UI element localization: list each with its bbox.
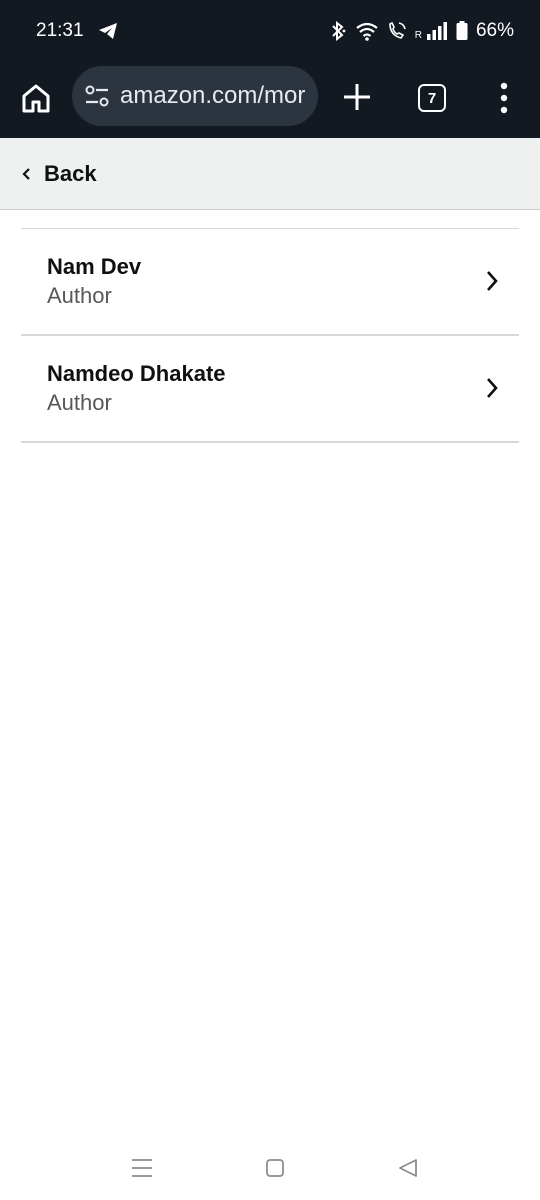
chevron-right-icon [487,378,498,398]
author-name: Namdeo Dhakate [47,361,226,386]
author-name: Nam Dev [47,254,142,279]
home-nav-icon[interactable] [263,1156,287,1180]
chevron-right-icon [487,271,498,291]
wifi-calling-icon [388,21,406,39]
wifi-icon [356,22,378,41]
address-bar[interactable]: amazon.com/mor [72,66,318,126]
chevron-left-icon [22,167,30,180]
back-nav-icon[interactable] [396,1156,420,1180]
back-label: Back [44,160,97,186]
system-nav-bar [0,1140,540,1200]
tab-switcher-icon[interactable]: 7 [418,84,446,112]
recents-icon[interactable] [130,1156,154,1180]
browser-toolbar: amazon.com/mor 7 [0,62,540,138]
author-role: Author [47,390,112,415]
tab-count: 7 [427,89,437,107]
url-text[interactable]: amazon.com/mor [120,82,305,110]
status-time: 21:31 [36,20,84,41]
site-settings-icon[interactable] [84,83,110,109]
results-list: Nam Dev Author Namdeo Dhakate Author [21,228,519,443]
telegram-icon [98,23,117,39]
bluetooth-icon [332,21,346,41]
author-role: Author [47,283,112,308]
network-letter: R [414,29,422,41]
more-menu-icon[interactable] [494,80,514,116]
back-button[interactable]: Back [0,138,540,210]
signal-icon [426,22,447,40]
status-right: R 66% [329,20,514,42]
list-item[interactable]: Nam Dev Author [21,229,519,336]
battery-icon [456,21,468,40]
battery-percent: 66% [475,20,514,41]
list-item[interactable]: Namdeo Dhakate Author [21,336,519,443]
home-icon[interactable] [18,80,54,116]
new-tab-icon[interactable] [340,80,374,114]
status-bar: 21:31 R 66% [0,0,540,62]
status-left: 21:31 [36,20,118,42]
